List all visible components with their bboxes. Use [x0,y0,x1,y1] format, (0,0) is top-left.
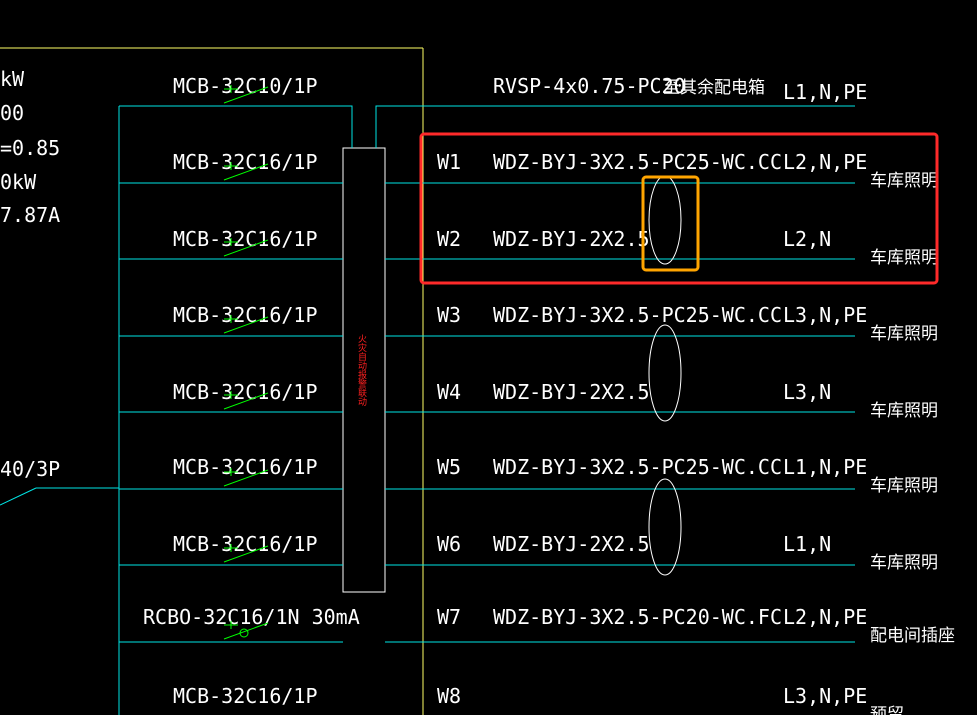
breaker-label: MCB-32C16/1P [173,532,318,556]
circuit-usage: 车库照明 [870,401,938,421]
breaker-label: MCB-32C16/1P [173,380,318,404]
circuit-usage: 配电间插座 [870,626,955,646]
breaker-label: MCB-32C16/1P [173,227,318,251]
top-feed-phase: L1,N,PE [783,80,867,104]
circuit-id: W1 [437,150,461,174]
breaker-label: MCB-32C16/1P [173,303,318,327]
circuit-diagram-canvas: kW 00 =0.85 0kW 7.87A 40/3P 火灾自动报警联动 RVS… [0,47,955,715]
phase-label: L3,N,PE [783,303,867,327]
circuit-id: W3 [437,303,461,327]
circuit-id: W6 [437,532,461,556]
cable-spec: WDZ-BYJ-3X2.5-PC25-WC.CC [493,455,782,479]
cable-group-ellipse-2 [648,324,682,422]
phase-label: L3,N,PE [783,684,867,708]
cable-spec: WDZ-BYJ-2X2.5 [493,227,650,251]
breaker-label: MCB-32C16/1P [173,684,318,708]
circuit-usage: 预留 [870,705,904,715]
param-power-factor: =0.85 [0,136,60,160]
cable-group-ellipse-1 [648,175,682,265]
breaker-label: MCB-32C10/1P [173,74,318,98]
cable-spec: WDZ-BYJ-3X2.5-PC25-WC.CC [493,303,782,327]
cable-spec: WDZ-BYJ-2X2.5 [493,532,650,556]
busbar-label: 火灾自动报警联动 [356,334,367,407]
top-feed-cable: RVSP-4x0.75-PC20 [493,74,686,98]
circuit-usage: 车库照明 [870,553,938,573]
main-breaker-label: 40/3P [0,457,60,481]
param-power: kW [0,67,25,91]
circuit-id: W4 [437,380,461,404]
phase-label: L2,N [783,227,831,251]
circuit-usage: 车库照明 [870,324,938,344]
top-feed-right [375,105,855,148]
main-breaker-wire [0,487,37,506]
circuit-id: W8 [437,684,461,708]
phase-label: L3,N [783,380,831,404]
circuit-id: W7 [437,605,461,629]
circuit-id: W5 [437,455,461,479]
phase-label: L2,N,PE [783,605,867,629]
top-feed-left [119,105,353,148]
cable-group-ellipse-3 [648,478,682,576]
circuit-id: W2 [437,227,461,251]
orange-highlight-box [641,175,700,272]
param-current: 7.87A [0,203,60,227]
phase-label: L2,N,PE [783,150,867,174]
param-calc-power: 0kW [0,170,37,194]
circuit-usage: 车库照明 [870,171,938,191]
breaker-label: RCBO-32C16/1N 30mA [143,605,360,629]
cable-spec: WDZ-BYJ-3X2.5-PC25-WC.CC [493,150,782,174]
phase-label: L1,N,PE [783,455,867,479]
breaker-label: MCB-32C16/1P [173,150,318,174]
phase-label: L1,N [783,532,831,556]
circuit-usage: 车库照明 [870,248,938,268]
cable-spec: WDZ-BYJ-2X2.5 [493,380,650,404]
top-feed-destination: 至其余配电箱 [663,78,765,98]
cable-spec: WDZ-BYJ-3X2.5-PC20-WC.FC [493,605,782,629]
breaker-label: MCB-32C16/1P [173,455,318,479]
circuit-usage: 车库照明 [870,476,938,496]
param-demand: 00 [0,101,24,125]
